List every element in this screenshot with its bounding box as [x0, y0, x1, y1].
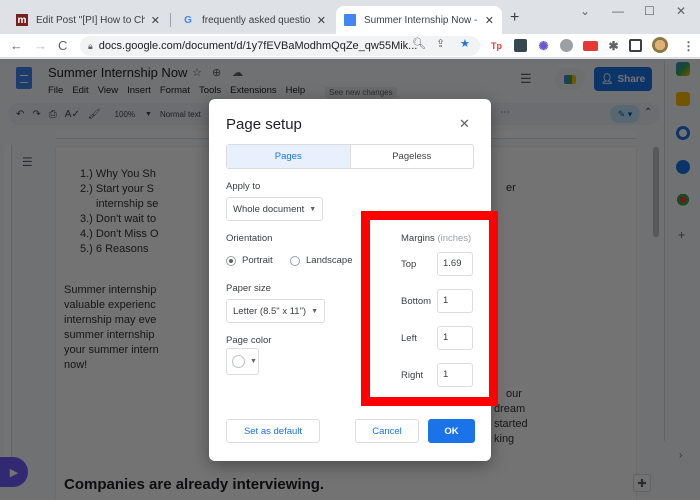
apply-to-label: Apply to — [226, 181, 261, 192]
wordpress-favicon-icon: m — [16, 14, 28, 26]
browser-menu-icon[interactable]: ⋮ — [682, 39, 695, 53]
tab-pageless[interactable]: Pageless — [351, 145, 474, 168]
paper-size-label: Paper size — [226, 283, 271, 294]
search-icon[interactable]: 🔍︎ — [412, 37, 426, 50]
browser-tab-bar: m Edit Post "[PI] How to Change ✕ G freq… — [0, 0, 700, 34]
tab-title: Edit Post "[PI] How to Change — [36, 14, 145, 26]
portrait-radio[interactable]: Portrait — [226, 255, 273, 266]
extensions-puzzle-icon[interactable]: ✱ — [607, 39, 620, 53]
ok-button[interactable]: OK — [428, 419, 475, 443]
tab-title: Summer Internship Now - Goo — [364, 14, 479, 26]
tab-faq-search[interactable]: G frequently asked questions ab ✕ — [174, 6, 334, 34]
address-bar-row: ← → C 🔒︎ docs.google.com/document/d/1y7f… — [0, 34, 700, 58]
side-panel-icon[interactable] — [629, 39, 642, 52]
page-color-picker[interactable]: ▼ — [226, 348, 259, 375]
bookmark-star-icon[interactable]: ★ — [460, 37, 470, 50]
margins-highlight-box — [361, 211, 498, 406]
lock-icon: 🔒︎ — [88, 40, 93, 51]
red-extension-icon[interactable] — [583, 41, 598, 51]
paper-size-value: Letter (8.5" x 11") — [233, 305, 307, 317]
radio-selected-icon — [226, 255, 236, 266]
tab-search-icon[interactable]: ⌄ — [580, 4, 590, 18]
tab-edit-post[interactable]: m Edit Post "[PI] How to Change ✕ — [8, 6, 168, 34]
tp-extension-icon[interactable]: Tp — [490, 39, 503, 52]
landscape-radio[interactable]: Landscape — [290, 255, 352, 266]
radio-unselected-icon — [290, 255, 300, 266]
forward-icon[interactable]: → — [34, 38, 47, 53]
back-icon[interactable]: ← — [10, 38, 23, 53]
tab-summer-internship[interactable]: Summer Internship Now - Goo ✕ — [336, 6, 502, 34]
gray-extension-icon[interactable] — [560, 39, 573, 52]
tab-separator — [170, 13, 171, 27]
reload-icon[interactable]: C — [58, 38, 67, 53]
share-page-icon[interactable]: ⇪ — [436, 37, 445, 50]
close-tab-icon[interactable]: ✕ — [317, 14, 326, 27]
new-tab-button[interactable]: + — [510, 9, 519, 27]
page-color-label: Page color — [226, 335, 272, 346]
portrait-label: Portrait — [242, 255, 273, 266]
cancel-button[interactable]: Cancel — [355, 419, 419, 443]
sun-extension-icon[interactable]: ✺ — [537, 39, 550, 53]
url-text: docs.google.com/document/d/1y7fEVBaModhm… — [98, 40, 418, 52]
docs-favicon-icon — [344, 14, 356, 26]
tab-pages[interactable]: Pages — [227, 145, 351, 168]
maximize-button[interactable]: ☐ — [644, 4, 655, 18]
close-tab-icon[interactable]: ✕ — [151, 14, 160, 27]
minimize-button[interactable]: — — [612, 4, 624, 18]
orientation-label: Orientation — [226, 233, 273, 244]
chevron-down-icon: ▼ — [309, 205, 317, 213]
profile-avatar[interactable] — [652, 37, 668, 53]
close-dialog-icon[interactable]: ✕ — [459, 116, 470, 132]
dark-extension-icon[interactable] — [514, 39, 527, 52]
paper-size-select[interactable]: Letter (8.5" x 11") ▼ — [226, 299, 326, 323]
google-favicon-icon: G — [184, 14, 192, 26]
chevron-down-icon: ▼ — [250, 358, 257, 365]
layout-mode-toggle: Pages Pageless — [226, 144, 474, 169]
apply-to-select[interactable]: Whole document ▼ — [226, 197, 324, 221]
chevron-down-icon: ▼ — [311, 307, 319, 315]
color-swatch — [232, 355, 245, 368]
landscape-label: Landscape — [306, 255, 353, 266]
set-as-default-button[interactable]: Set as default — [226, 419, 320, 443]
close-window-button[interactable]: ✕ — [676, 4, 686, 18]
dialog-title: Page setup — [226, 116, 302, 133]
close-tab-icon[interactable]: ✕ — [485, 14, 494, 27]
tab-title: frequently asked questions ab — [202, 14, 311, 26]
apply-to-value: Whole document — [233, 203, 305, 215]
